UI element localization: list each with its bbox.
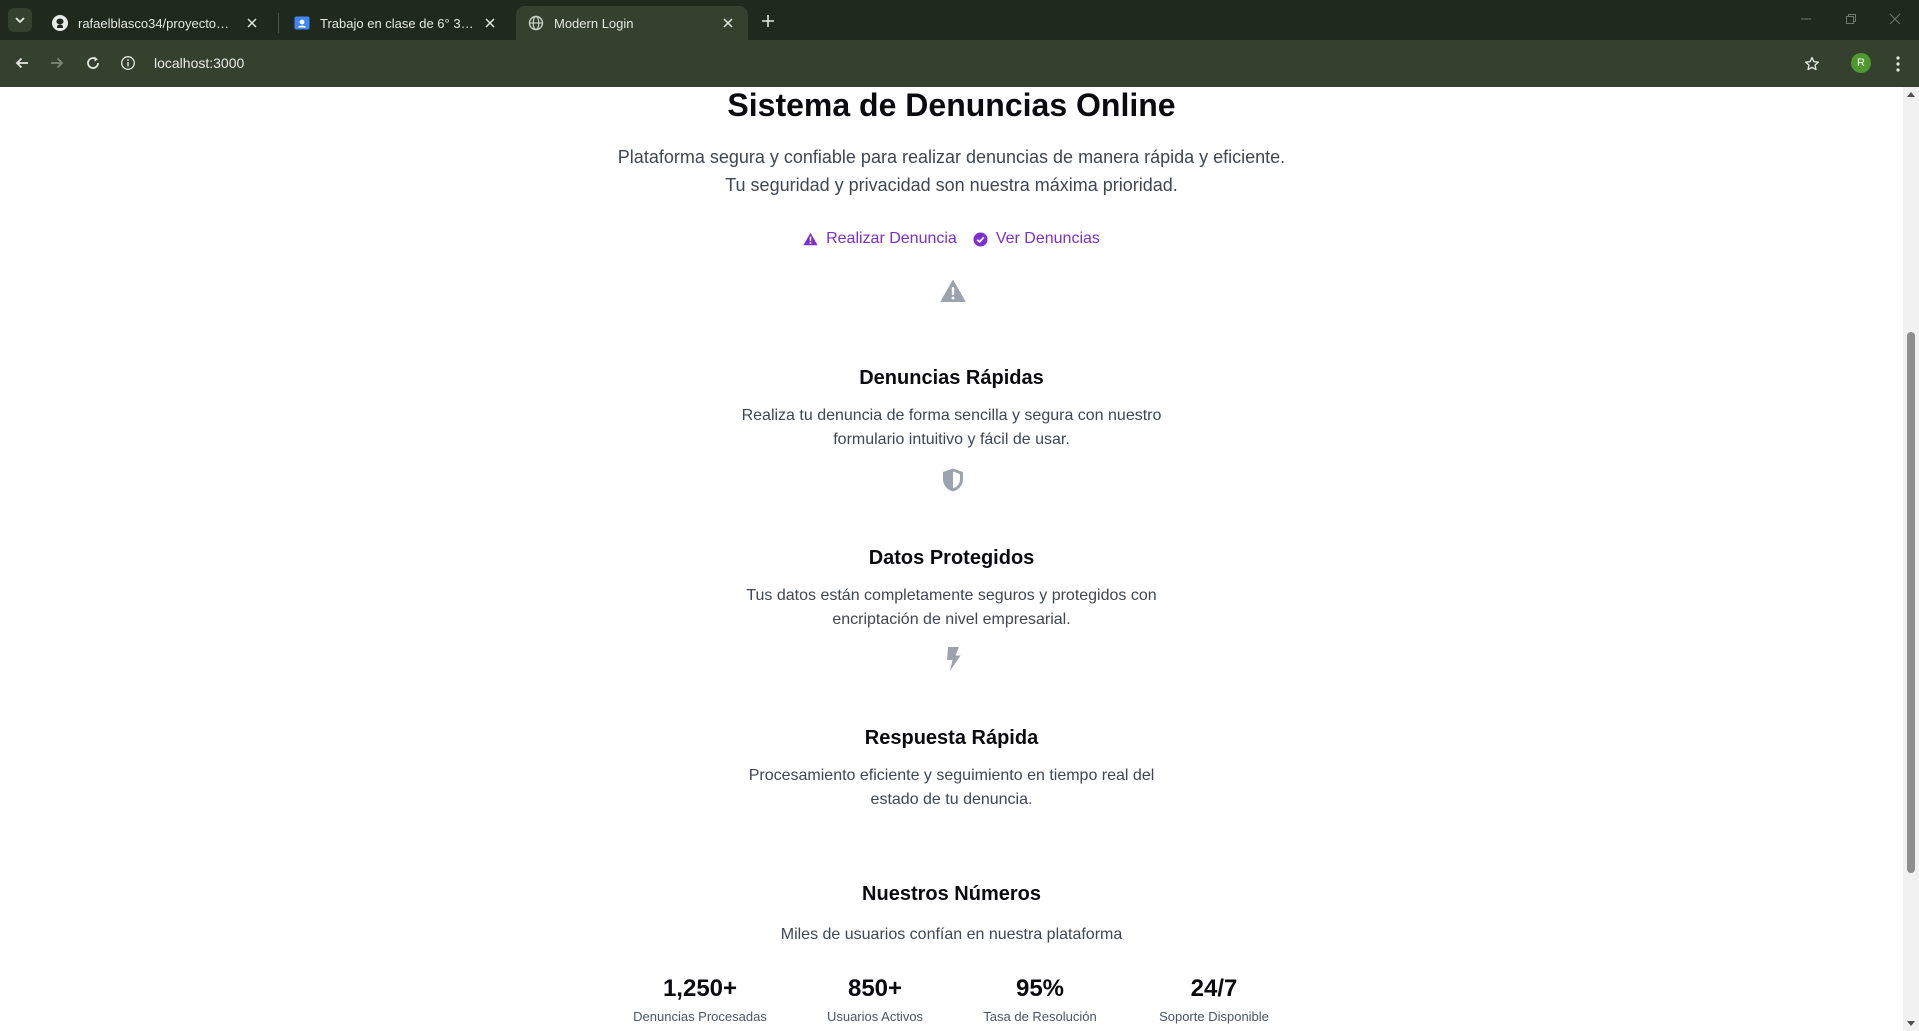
page-viewport: Sistema de Denuncias Online Plataforma s… bbox=[0, 87, 1903, 1031]
classroom-icon bbox=[294, 16, 310, 30]
star-icon bbox=[1804, 56, 1820, 71]
scrollbar-thumb[interactable] bbox=[1907, 332, 1915, 873]
feature-card: Respuesta Rápida Procesamiento eficiente… bbox=[0, 727, 1903, 812]
stat-item: 850+ Usuarios Activos bbox=[785, 975, 965, 1024]
stat-value: 95% bbox=[1015, 975, 1065, 1002]
close-tab-button[interactable] bbox=[720, 15, 736, 31]
feature-description-line: Tus datos están completamente seguros y … bbox=[746, 587, 1157, 604]
stat-label: Usuarios Activos bbox=[826, 1009, 924, 1024]
feature-description: Tus datos están completamente seguros y … bbox=[742, 584, 1162, 632]
stat-item: 95% Tasa de Resolución bbox=[950, 975, 1130, 1024]
reload-icon bbox=[87, 56, 99, 69]
stat-label: Denuncias Procesadas bbox=[633, 1009, 767, 1024]
stat-label: Soporte Disponible bbox=[1159, 1009, 1269, 1024]
plus-icon bbox=[762, 15, 774, 27]
page-scrollbar[interactable] bbox=[1903, 87, 1919, 1031]
close-window-button[interactable] bbox=[1886, 10, 1904, 28]
reload-button[interactable] bbox=[81, 51, 105, 75]
browser-tab[interactable]: rafaelblasco34/proyecto_widien bbox=[40, 6, 272, 40]
globe-icon bbox=[528, 15, 544, 31]
warning-triangle-icon bbox=[803, 232, 818, 246]
subtitle-line: Tu seguridad y privacidad son nuestra má… bbox=[725, 175, 1178, 195]
page-title: Sistema de Denuncias Online bbox=[727, 87, 1176, 123]
bookmark-button[interactable] bbox=[1800, 52, 1824, 76]
arrow-left-icon bbox=[15, 57, 28, 69]
feature-description-line: encriptación de nivel empresarial. bbox=[832, 611, 1071, 628]
github-icon bbox=[52, 15, 68, 31]
stat-item: 24/7 Soporte Disponible bbox=[1124, 975, 1304, 1024]
close-icon bbox=[485, 18, 495, 28]
page-subtitle: Plataforma segura y confiable para reali… bbox=[0, 143, 1903, 199]
numbers-title: Nuestros Números bbox=[862, 883, 1041, 905]
restore-button[interactable] bbox=[1842, 10, 1860, 28]
stat-label: Tasa de Resolución bbox=[983, 1009, 1097, 1024]
feature-description-line: formulario intuitivo y fácil de usar. bbox=[833, 431, 1070, 448]
hero-links: Realizar Denuncia Ver Denuncias bbox=[0, 230, 1903, 248]
browser-menu-button[interactable] bbox=[1888, 52, 1908, 76]
feature-card: Datos Protegidos Tus datos están complet… bbox=[0, 547, 1903, 632]
feature-description: Realiza tu denuncia de forma sencilla y … bbox=[742, 404, 1162, 452]
close-icon bbox=[1889, 13, 1901, 25]
numbers-subtitle: Miles de usuarios confían en nuestra pla… bbox=[780, 926, 1123, 943]
realizar-denuncia-label: Realizar Denuncia bbox=[826, 230, 957, 247]
tab-title: Trabajo en clase de 6° 3° Progra bbox=[320, 15, 474, 31]
tab-search-button[interactable] bbox=[8, 8, 32, 32]
close-tab-button[interactable] bbox=[244, 15, 260, 31]
lightning-bolt-icon bbox=[939, 645, 967, 673]
tab-title: Modern Login bbox=[554, 15, 634, 31]
shield-icon bbox=[939, 466, 967, 494]
restore-icon bbox=[1846, 14, 1856, 24]
feature-title: Denuncias Rápidas bbox=[859, 367, 1044, 389]
stat-item: 1,250+ Denuncias Procesadas bbox=[610, 975, 790, 1024]
ver-denuncias-label: Ver Denuncias bbox=[995, 230, 1100, 247]
arrow-right-icon bbox=[51, 57, 64, 69]
tab-title: rafaelblasco34/proyecto_widien bbox=[78, 15, 236, 31]
stat-value: 1,250+ bbox=[662, 975, 738, 1002]
feature-card: Denuncias Rápidas Realiza tu denuncia de… bbox=[0, 367, 1903, 452]
minimize-button[interactable] bbox=[1797, 10, 1815, 28]
feature-description-line: Procesamiento eficiente y seguimiento en… bbox=[748, 767, 1155, 784]
stats-row: 1,250+ Denuncias Procesadas 850+ Usuario… bbox=[615, 975, 1285, 1031]
tab-separator bbox=[278, 13, 279, 33]
browser-tab-active[interactable]: Modern Login bbox=[516, 6, 748, 40]
close-icon bbox=[247, 18, 257, 28]
new-tab-button[interactable] bbox=[756, 9, 780, 33]
feature-description-line: Realiza tu denuncia de forma sencilla y … bbox=[741, 407, 1162, 424]
chevron-down-icon bbox=[15, 17, 25, 24]
ver-denuncias-link[interactable]: Ver Denuncias bbox=[973, 230, 1100, 248]
warning-triangle-icon bbox=[939, 277, 967, 305]
url-text[interactable]: localhost:3000 bbox=[154, 55, 244, 71]
check-circle-icon bbox=[973, 232, 988, 246]
browser-tab-strip: rafaelblasco34/proyecto_widien Trabajo e… bbox=[0, 0, 1919, 40]
browser-tab[interactable]: Trabajo en clase de 6° 3° Progra bbox=[282, 6, 510, 40]
info-icon[interactable] bbox=[120, 55, 136, 71]
stat-value: 850+ bbox=[847, 975, 903, 1002]
feature-description: Procesamiento eficiente y seguimiento en… bbox=[742, 764, 1162, 812]
feature-title: Datos Protegidos bbox=[868, 547, 1035, 569]
feature-description-line: estado de tu denuncia. bbox=[870, 791, 1033, 808]
address-bar[interactable]: localhost:3000 bbox=[120, 46, 1800, 80]
feature-title: Respuesta Rápida bbox=[864, 727, 1039, 749]
close-icon bbox=[723, 18, 733, 28]
stat-value: 24/7 bbox=[1190, 975, 1238, 1002]
scroll-down-arrow-icon[interactable] bbox=[1907, 1021, 1915, 1026]
close-tab-button[interactable] bbox=[482, 15, 498, 31]
browser-toolbar: localhost:3000 R bbox=[0, 40, 1919, 87]
realizar-denuncia-link[interactable]: Realizar Denuncia bbox=[803, 230, 957, 248]
forward-button[interactable] bbox=[45, 51, 69, 75]
back-button[interactable] bbox=[10, 51, 34, 75]
subtitle-line: Plataforma segura y confiable para reali… bbox=[617, 147, 1286, 167]
minimize-icon bbox=[1801, 18, 1811, 20]
more-vertical-icon bbox=[1896, 56, 1900, 72]
profile-avatar[interactable]: R bbox=[1851, 53, 1871, 73]
scroll-up-arrow-icon[interactable] bbox=[1907, 92, 1915, 97]
